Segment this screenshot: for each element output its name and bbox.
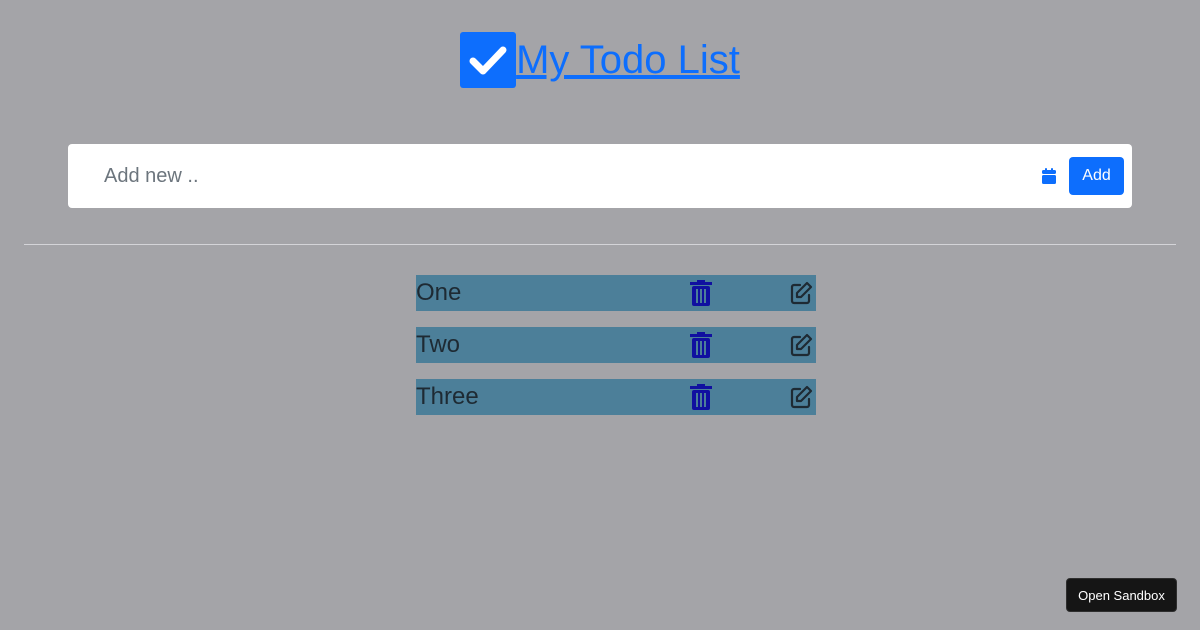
todo-list: One Two Three	[416, 275, 816, 431]
trash-icon[interactable]	[690, 384, 712, 410]
trash-icon[interactable]	[690, 332, 712, 358]
page-title-link[interactable]: My Todo List	[516, 32, 740, 88]
add-button[interactable]: Add	[1069, 157, 1124, 195]
calendar-icon[interactable]	[1042, 168, 1056, 184]
add-todo-form: Add	[68, 144, 1132, 208]
todo-item: One	[416, 275, 816, 311]
edit-icon[interactable]	[789, 385, 813, 409]
check-square-icon	[460, 32, 517, 88]
edit-icon[interactable]	[789, 333, 813, 357]
todo-text: Two	[416, 331, 461, 358]
divider	[24, 244, 1176, 245]
todo-item: Three	[416, 379, 816, 415]
todo-text: One	[416, 279, 462, 306]
new-todo-input[interactable]	[92, 156, 992, 196]
todo-item: Two	[416, 327, 816, 363]
app-header: My Todo List	[0, 32, 1200, 88]
edit-icon[interactable]	[789, 281, 813, 305]
open-sandbox-button[interactable]: Open Sandbox	[1066, 578, 1177, 612]
todo-text: Three	[416, 383, 479, 410]
trash-icon[interactable]	[690, 280, 712, 306]
